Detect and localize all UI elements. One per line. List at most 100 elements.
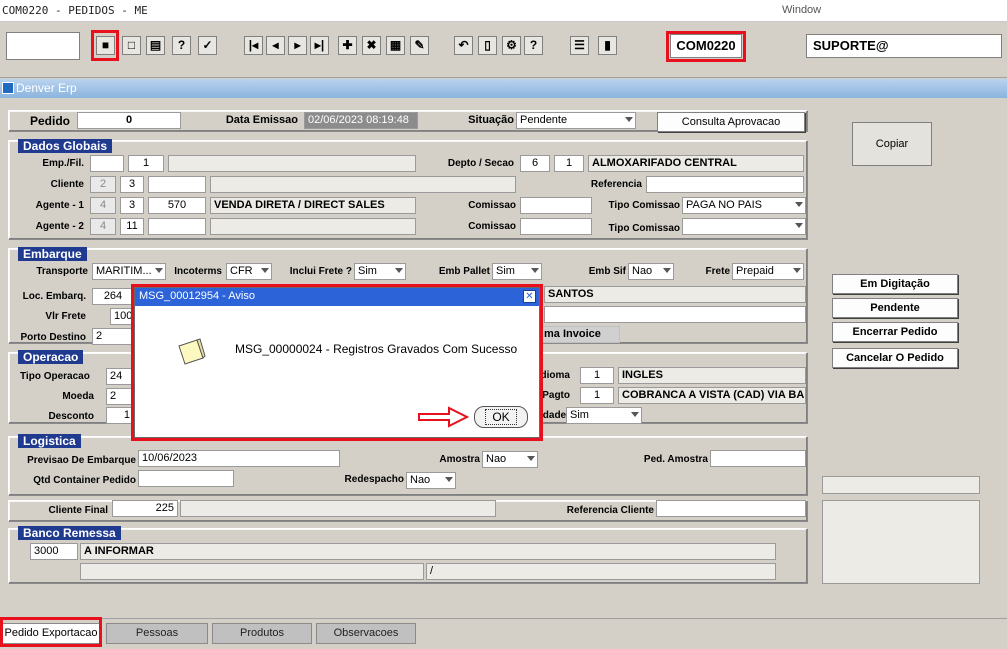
idade-select[interactable]: Sim xyxy=(566,407,642,424)
emp-label: Emp./Fil. xyxy=(42,158,84,169)
chevron-down-icon xyxy=(395,268,403,273)
agente2-field-a[interactable]: 4 xyxy=(90,218,116,235)
ped-amostra-label: Ped. Amostra xyxy=(643,454,708,465)
window-title: COM0220 - PEDIDOS - ME xyxy=(2,4,148,17)
qtd-container-label: Qtd Container Pedido xyxy=(33,475,136,486)
banco-code-field[interactable]: 3000 xyxy=(30,543,78,560)
referencia-cliente-field[interactable] xyxy=(656,500,806,517)
agente1-field-a[interactable]: 4 xyxy=(90,197,116,214)
comissao2-field[interactable] xyxy=(520,218,592,235)
cliente-final-field[interactable]: 225 xyxy=(112,500,178,517)
previsao-embarque-field[interactable]: 10/06/2023 xyxy=(138,450,340,467)
pedido-field[interactable]: 0 xyxy=(77,112,181,129)
em-digitacao-button[interactable]: Em Digitação xyxy=(832,274,958,294)
cliente-code-field[interactable] xyxy=(148,176,206,193)
agente2-code-field[interactable] xyxy=(148,218,206,235)
window-icon[interactable]: □ xyxy=(122,36,141,55)
inclui-frete-select[interactable]: Sim xyxy=(354,263,406,280)
emb-pallet-select[interactable]: Sim xyxy=(492,263,542,280)
situacao-select[interactable]: Pendente xyxy=(516,112,636,129)
porto-destino-field[interactable]: 2 xyxy=(92,328,134,345)
tab-produtos[interactable]: Produtos xyxy=(212,623,312,644)
loc-embarq-field[interactable]: 264 xyxy=(92,288,134,305)
undo-icon[interactable]: ↶ xyxy=(454,36,473,55)
emp-field-2[interactable]: 1 xyxy=(128,155,164,172)
transporte-value: MARITIM... xyxy=(96,265,152,277)
emp-field-1[interactable] xyxy=(90,155,124,172)
cliente-field-2[interactable]: 3 xyxy=(120,176,144,193)
frete-label: Frete xyxy=(705,266,730,277)
execute-icon[interactable]: ✓ xyxy=(198,36,217,55)
depto-name-field: ALMOXARIFADO CENTRAL xyxy=(588,155,804,172)
help-icon[interactable]: ? xyxy=(524,36,543,55)
embarque-extra-field[interactable] xyxy=(544,306,806,323)
copy-icon[interactable]: ▯ xyxy=(478,36,497,55)
ped-amostra-field[interactable] xyxy=(710,450,806,467)
agente1-field-b[interactable]: 3 xyxy=(120,197,144,214)
cliente-field-1[interactable]: 2 xyxy=(90,176,116,193)
situacao-value: Pendente xyxy=(520,114,568,126)
emb-sif-select[interactable]: Nao xyxy=(628,263,674,280)
pagto-code-field[interactable]: 1 xyxy=(580,387,614,404)
incoterms-label: Incoterms xyxy=(174,266,222,277)
operacao-title: Operacao xyxy=(18,350,84,364)
tipo-comissao2-select[interactable] xyxy=(682,218,806,235)
menu-icon[interactable]: ☰ xyxy=(570,36,589,55)
depto-field-1[interactable]: 6 xyxy=(520,155,550,172)
window-menu[interactable]: Window xyxy=(782,4,821,16)
tab-pessoas[interactable]: Pessoas xyxy=(106,623,208,644)
next-record-icon[interactable]: ▸ xyxy=(288,36,307,55)
last-record-icon[interactable]: ▸| xyxy=(310,36,329,55)
comissao1-field[interactable] xyxy=(520,197,592,214)
depto-label: Depto / Secao xyxy=(447,158,514,169)
agente1-label: Agente - 1 xyxy=(35,200,84,211)
tipo-comissao2-label: Tipo Comissao xyxy=(608,223,681,234)
encerrar-pedido-button[interactable]: Encerrar Pedido xyxy=(832,322,958,342)
vlr-frete-label: Vlr Frete xyxy=(45,311,86,322)
clear-icon[interactable]: ✎ xyxy=(410,36,429,55)
form-code-highlight xyxy=(666,31,746,62)
redespacho-select[interactable]: Nao xyxy=(406,472,456,489)
amostra-value: Nao xyxy=(486,453,507,465)
data-emissao-field[interactable]: 02/06/2023 08:19:48 xyxy=(304,112,418,129)
delete-record-icon[interactable]: ✖ xyxy=(362,36,381,55)
tipo-comissao1-label: Tipo Comissao xyxy=(608,200,681,211)
first-record-icon[interactable]: |◂ xyxy=(244,36,263,55)
qtd-container-field[interactable] xyxy=(138,470,234,487)
agente2-field-b[interactable]: 11 xyxy=(120,218,144,235)
commit-icon[interactable]: ▦ xyxy=(386,36,405,55)
copiar-button[interactable]: Copiar xyxy=(852,122,932,166)
exit-icon[interactable]: ▮ xyxy=(598,36,617,55)
redespacho-label: Redespacho xyxy=(344,474,404,485)
chevron-down-icon xyxy=(795,223,803,228)
idioma-code-field[interactable]: 1 xyxy=(580,367,614,384)
consulta-aprovacao-button[interactable]: Consulta Aprovacao xyxy=(657,112,805,132)
tipo-comissao1-select[interactable]: PAGA NO PAIS xyxy=(682,197,806,214)
banco-name-field: A INFORMAR xyxy=(80,543,776,560)
cancelar-pedido-button[interactable]: Cancelar O Pedido xyxy=(832,348,958,368)
desconto-field[interactable]: 1 xyxy=(106,407,134,424)
moeda-field[interactable]: 2 xyxy=(106,388,134,405)
incoterms-select[interactable]: CFR xyxy=(226,263,272,280)
tab-observacoes[interactable]: Observacoes xyxy=(316,623,416,644)
agente1-code-field[interactable]: 570 xyxy=(148,197,206,214)
depto-field-2[interactable]: 1 xyxy=(554,155,584,172)
transporte-select[interactable]: MARITIM... xyxy=(92,263,166,280)
help-query-icon[interactable]: ? xyxy=(172,36,191,55)
print-icon[interactable]: ▤ xyxy=(146,36,165,55)
loc-embarq-label: Loc. Embarq. xyxy=(22,291,86,302)
insert-record-icon[interactable]: ✚ xyxy=(338,36,357,55)
chevron-down-icon xyxy=(663,268,671,273)
tipo-operacao-field[interactable]: 24 xyxy=(106,368,134,385)
amostra-label: Amostra xyxy=(439,454,480,465)
pendente-button[interactable]: Pendente xyxy=(832,298,958,318)
emb-sif-label: Emb Sif xyxy=(588,266,626,277)
amostra-select[interactable]: Nao xyxy=(482,451,538,468)
comissao2-label: Comissao xyxy=(468,221,516,232)
frete-select[interactable]: Prepaid xyxy=(732,263,804,280)
agente1-name-field: VENDA DIRETA / DIRECT SALES xyxy=(210,197,416,214)
chevron-down-icon xyxy=(527,456,535,461)
referencia-field[interactable] xyxy=(646,176,804,193)
prev-record-icon[interactable]: ◂ xyxy=(266,36,285,55)
settings-icon[interactable]: ⚙ xyxy=(502,36,521,55)
